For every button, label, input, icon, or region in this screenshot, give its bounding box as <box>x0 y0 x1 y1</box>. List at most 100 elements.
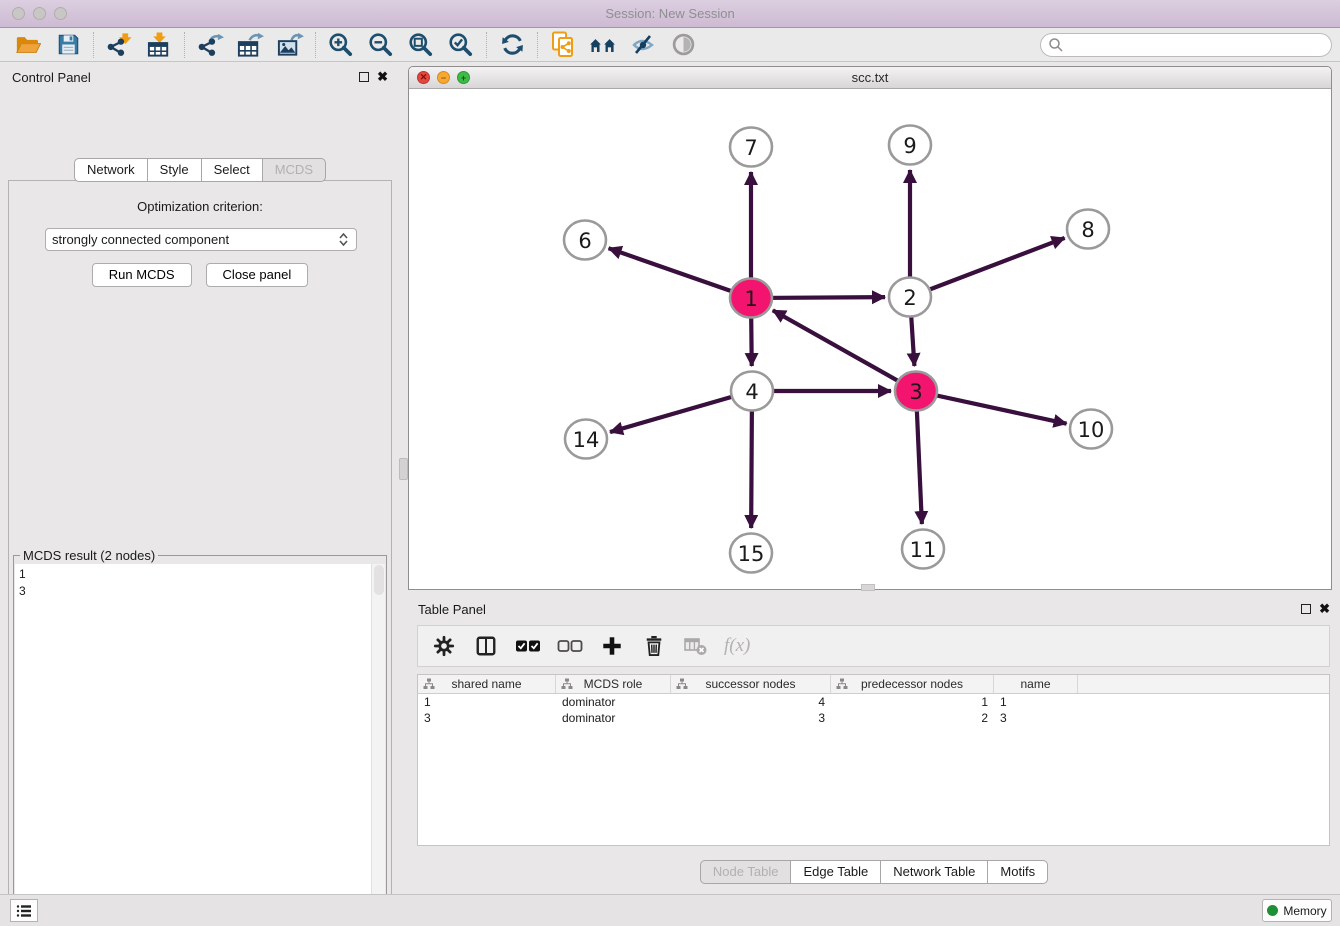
close-table-panel-icon[interactable]: ✖ <box>1319 604 1330 614</box>
table-cell[interactable]: dominator <box>556 710 671 726</box>
table-row[interactable]: 1dominator411 <box>418 694 1329 710</box>
save-session-icon[interactable] <box>48 30 88 60</box>
delete-table-icon[interactable] <box>682 632 710 660</box>
tab-network[interactable]: Network <box>74 158 148 182</box>
app-titlebar: Session: New Session <box>0 0 1340 28</box>
zoom-selected-icon[interactable] <box>441 30 481 60</box>
export-image-icon[interactable] <box>270 30 310 60</box>
hide-selected-icon[interactable] <box>623 30 663 60</box>
main-toolbar <box>0 28 1340 62</box>
table-cell[interactable]: 4 <box>671 694 831 710</box>
import-table-icon[interactable] <box>139 30 179 60</box>
dropdown-value: strongly connected component <box>52 232 229 247</box>
graph-node-3[interactable]: 3 <box>895 372 937 411</box>
network-canvas[interactable]: 7 9 6 8 1 2 4 3 14 10 15 11 <box>409 89 1331 589</box>
graph-node-8[interactable]: 8 <box>1067 210 1109 249</box>
export-network-icon[interactable] <box>190 30 230 60</box>
clone-network-icon[interactable] <box>543 30 583 60</box>
zoom-out-icon[interactable] <box>361 30 401 60</box>
split-columns-icon[interactable] <box>472 632 500 660</box>
float-panel-icon[interactable] <box>359 72 369 82</box>
table-cell[interactable]: 3 <box>994 710 1078 726</box>
tab-select[interactable]: Select <box>201 158 263 182</box>
memory-button[interactable]: Memory <box>1262 899 1332 922</box>
table-cell[interactable]: 1 <box>418 694 556 710</box>
graph-edge-3-1[interactable] <box>773 310 916 391</box>
table-cell[interactable]: 3 <box>671 710 831 726</box>
export-table-icon[interactable] <box>230 30 270 60</box>
close-panel-button[interactable]: Close panel <box>206 263 309 287</box>
tab-motifs[interactable]: Motifs <box>987 860 1048 884</box>
graph-node-11[interactable]: 11 <box>902 530 944 569</box>
search-input[interactable] <box>1064 35 1331 55</box>
toolbar-separator <box>93 32 94 58</box>
tab-style[interactable]: Style <box>147 158 202 182</box>
run-mcds-button[interactable]: Run MCDS <box>92 263 192 287</box>
column-header-MCDS-role[interactable]: MCDS role <box>556 675 671 693</box>
first-neighbors-icon[interactable] <box>583 30 623 60</box>
graph-edge-2-8[interactable] <box>910 238 1065 297</box>
table-row[interactable]: 3dominator323 <box>418 710 1329 726</box>
graph-edge-3-10[interactable] <box>916 391 1067 424</box>
dropdown-stepper-icon <box>339 233 350 246</box>
tab-edge-table[interactable]: Edge Table <box>790 860 881 884</box>
mcds-result-box: MCDS result (2 nodes) 13 <box>13 555 387 926</box>
graph-node-2[interactable]: 2 <box>889 278 931 317</box>
table-cell[interactable]: 3 <box>418 710 556 726</box>
table-cell[interactable]: 1 <box>994 694 1078 710</box>
node-table[interactable]: shared nameMCDS rolesuccessor nodesprede… <box>417 674 1330 846</box>
network-view-window: ✕ − + scc.txt 7 9 6 8 1 2 4 3 14 10 15 11 <box>408 66 1332 590</box>
network-resize-grip[interactable] <box>861 584 875 591</box>
tab-node-table[interactable]: Node Table <box>700 860 792 884</box>
graph-node-9[interactable]: 9 <box>889 126 931 165</box>
graph-edge-1-6[interactable] <box>609 248 751 298</box>
column-header-shared-name[interactable]: shared name <box>418 675 556 693</box>
graph-node-4[interactable]: 4 <box>731 372 773 411</box>
network-minimize-icon[interactable]: − <box>437 71 450 84</box>
open-file-icon[interactable] <box>8 30 48 60</box>
deselect-checkboxes-icon[interactable] <box>556 632 584 660</box>
column-header-successor-nodes[interactable]: successor nodes <box>671 675 831 693</box>
graph-node-15[interactable]: 15 <box>730 534 772 573</box>
task-history-button[interactable] <box>10 899 38 922</box>
apply-layout-icon[interactable] <box>492 30 532 60</box>
add-column-icon[interactable] <box>598 632 626 660</box>
table-header-row: shared nameMCDS rolesuccessor nodesprede… <box>418 675 1329 694</box>
column-header-name[interactable]: name <box>994 675 1078 693</box>
select-all-checkboxes-icon[interactable] <box>514 632 542 660</box>
svg-text:10: 10 <box>1078 418 1105 442</box>
show-all-icon[interactable] <box>663 30 703 60</box>
column-header-predecessor-nodes[interactable]: predecessor nodes <box>831 675 994 693</box>
gear-icon[interactable] <box>430 632 458 660</box>
close-panel-icon[interactable]: ✖ <box>377 72 388 82</box>
delete-column-icon[interactable] <box>640 632 668 660</box>
graph-node-14[interactable]: 14 <box>565 420 607 459</box>
zoom-in-icon[interactable] <box>321 30 361 60</box>
tab-network-table[interactable]: Network Table <box>880 860 988 884</box>
table-cell[interactable]: 1 <box>831 694 994 710</box>
table-cell[interactable]: dominator <box>556 694 671 710</box>
zoom-fit-icon[interactable] <box>401 30 441 60</box>
float-table-panel-icon[interactable] <box>1301 604 1311 614</box>
network-maximize-icon[interactable]: + <box>457 71 470 84</box>
optimization-criterion-dropdown[interactable]: strongly connected component <box>45 228 357 251</box>
graph-node-1[interactable]: 1 <box>730 279 772 318</box>
table-cell[interactable]: 2 <box>831 710 994 726</box>
network-close-icon[interactable]: ✕ <box>417 71 430 84</box>
graph-node-7[interactable]: 7 <box>730 128 772 167</box>
mcds-result-text[interactable]: 13 <box>15 564 371 926</box>
function-builder-icon[interactable]: f(x) <box>724 632 750 660</box>
network-window-titlebar[interactable]: ✕ − + scc.txt <box>409 67 1331 89</box>
graph-node-10[interactable]: 10 <box>1070 410 1112 449</box>
mcds-result-scrollbar[interactable] <box>371 564 385 926</box>
svg-text:14: 14 <box>573 428 600 452</box>
split-pane-grip[interactable] <box>399 458 408 480</box>
svg-text:6: 6 <box>578 229 591 253</box>
import-network-icon[interactable] <box>99 30 139 60</box>
memory-status-icon <box>1267 905 1278 916</box>
mcds-result-title: MCDS result (2 nodes) <box>20 548 158 563</box>
graph-node-6[interactable]: 6 <box>564 221 606 260</box>
search-box[interactable] <box>1040 33 1332 57</box>
network-graph[interactable]: 7 9 6 8 1 2 4 3 14 10 15 11 <box>409 89 1331 589</box>
tab-mcds[interactable]: MCDS <box>262 158 326 182</box>
